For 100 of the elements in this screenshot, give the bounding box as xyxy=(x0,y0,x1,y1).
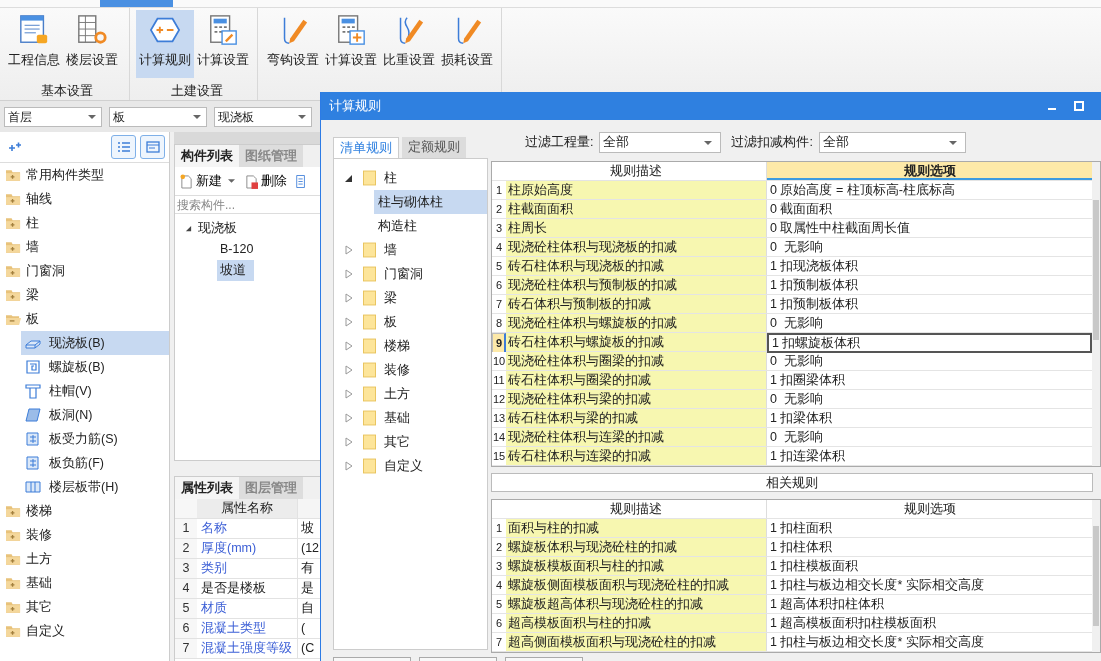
ribbon-button[interactable]: 楼层设置 xyxy=(63,10,121,78)
scrollbar[interactable] xyxy=(1092,162,1100,466)
table-cell[interactable]: 1 扣连梁体积 xyxy=(767,447,1092,465)
caret-icon xyxy=(298,115,306,119)
group-label: 基本设置 xyxy=(41,83,93,100)
tree-item[interactable]: 楼梯 xyxy=(334,334,487,358)
tree-item[interactable]: 土方 xyxy=(0,547,169,571)
tree-item[interactable]: 板洞(N) xyxy=(21,403,169,427)
tree-item[interactable]: 门窗洞 xyxy=(334,262,487,286)
row-number: 3 xyxy=(175,559,197,578)
tree-item[interactable]: 柱 xyxy=(0,211,169,235)
dialog-tab[interactable]: 清单规则 xyxy=(333,137,399,158)
ribbon-button[interactable]: 计算设置 xyxy=(322,10,380,78)
table-cell[interactable]: 1 扣梁体积 xyxy=(767,409,1092,427)
tree-item[interactable]: 基础 xyxy=(0,571,169,595)
delete-document-icon xyxy=(245,173,258,189)
caret-icon xyxy=(193,115,201,119)
filter-dropdown[interactable]: 全部 xyxy=(818,132,966,153)
tree-item[interactable]: 板负筋(F) xyxy=(21,451,169,475)
table-cell[interactable]: 0 无影响 xyxy=(767,390,1092,408)
tree-item[interactable]: 楼层板带(H) xyxy=(21,475,169,499)
tree-item[interactable]: 墙 xyxy=(334,238,487,262)
tree-item[interactable]: 常用构件类型 xyxy=(0,163,169,187)
tree-item[interactable]: 板受力筋(S) xyxy=(21,427,169,451)
dialog-tab[interactable]: 定额规则 xyxy=(402,137,466,158)
tree-item[interactable]: 梁 xyxy=(334,286,487,310)
dropdown[interactable]: 板 xyxy=(109,107,207,127)
table-cell: 螺旋板超高体积与现浇砼柱的扣减 xyxy=(506,595,767,613)
table-cell: 柱周长 xyxy=(506,219,767,237)
filter-label: 过滤扣减构件: xyxy=(731,134,813,151)
tree-item[interactable]: 坡道 xyxy=(217,260,254,281)
dropdown[interactable]: 现浇板 xyxy=(214,107,312,127)
ribbon-button[interactable]: 弯钩设置 xyxy=(264,10,322,78)
ribbon-button[interactable]: 工程信息 xyxy=(5,10,63,78)
tree-item[interactable]: 其它 xyxy=(0,595,169,619)
toolbar-button[interactable]: 删除 xyxy=(243,172,289,190)
tree-item[interactable]: 自定义 xyxy=(0,619,169,643)
table-cell[interactable]: 0 取属性中柱截面周长值 xyxy=(767,219,1092,237)
folder-icon xyxy=(363,170,376,186)
folder-icon xyxy=(363,290,376,306)
panel-view-button[interactable] xyxy=(140,135,165,159)
tree-item[interactable]: 板 xyxy=(334,310,487,334)
tree-item[interactable]: 装修 xyxy=(334,358,487,382)
tree-item[interactable]: 构造柱 xyxy=(374,214,487,238)
tree-item[interactable]: 柱与砌体柱 xyxy=(374,190,487,214)
table-cell-text: 自 xyxy=(300,600,315,617)
tree-item[interactable]: 其它 xyxy=(334,430,487,454)
tree-item[interactable]: 装修 xyxy=(0,523,169,547)
tree-item[interactable]: 基础 xyxy=(334,406,487,430)
table-cell: 是否是楼板 xyxy=(197,579,298,598)
ribbon-button[interactable]: 计算规则 xyxy=(136,10,194,78)
folder-icon xyxy=(6,288,21,302)
tree-item[interactable]: 现浇板 xyxy=(175,217,333,239)
copy-icon[interactable] xyxy=(295,173,307,189)
table-cell[interactable]: 1 扣预制板体积 xyxy=(767,295,1092,313)
tree-item[interactable]: 柱帽(V) xyxy=(21,379,169,403)
tree-item[interactable]: B-120 xyxy=(217,239,257,260)
scrollbar[interactable] xyxy=(1092,500,1100,652)
folder-icon xyxy=(363,314,376,330)
tree-item[interactable]: 楼梯 xyxy=(0,499,169,523)
folder-icon xyxy=(363,338,376,354)
table-cell[interactable]: 0 无影响 xyxy=(767,352,1092,370)
table-cell[interactable]: 1 扣预制板体积 xyxy=(767,276,1092,294)
add-icon[interactable] xyxy=(8,142,22,152)
row-number: 6 xyxy=(175,619,197,638)
table-cell: 面积与柱的扣减 xyxy=(506,519,767,537)
table-cell[interactable]: 0 无影响 xyxy=(767,314,1092,332)
row-number: 5 xyxy=(175,599,197,618)
tree-item[interactable]: 门窗洞 xyxy=(0,259,169,283)
table-cell[interactable]: 0 截面面积 xyxy=(767,200,1092,218)
tree-item[interactable]: 轴线 xyxy=(0,187,169,211)
expand-arrow-icon xyxy=(345,245,353,255)
table-cell[interactable]: 1 扣现浇板体积 xyxy=(767,257,1092,275)
panel-tab[interactable]: 构件列表 xyxy=(175,145,239,167)
maximize-icon[interactable] xyxy=(1074,101,1084,111)
tree-item[interactable]: 板 xyxy=(0,307,169,331)
list-view-button[interactable] xyxy=(111,135,136,159)
tree-item[interactable]: 自定义 xyxy=(334,454,487,478)
table-cell[interactable]: 0 无影响 xyxy=(767,428,1092,446)
tree-item[interactable]: 墙 xyxy=(0,235,169,259)
table-cell: 螺旋板体积与现浇砼柱的扣减 xyxy=(506,538,767,556)
table-cell-text: 是 xyxy=(300,580,315,597)
dropdown[interactable]: 首层 xyxy=(4,107,102,127)
table-cell-text: 1 超高模板面积扣柱模板面积 xyxy=(769,615,938,632)
tree-item[interactable]: 螺旋板(B) xyxy=(21,355,169,379)
tree-item[interactable]: 梁 xyxy=(0,283,169,307)
ribbon-button[interactable]: 比重设置 xyxy=(380,10,438,78)
tree-item[interactable]: 柱 xyxy=(334,166,487,190)
tree-item[interactable]: 土方 xyxy=(334,382,487,406)
table-cell: 厚度(mm) xyxy=(197,539,298,558)
ribbon-button[interactable]: 损耗设置 xyxy=(438,10,496,78)
toolbar-button[interactable]: 新建 xyxy=(178,172,237,190)
ribbon-button[interactable]: 计算设置 xyxy=(194,10,252,78)
table-cell[interactable]: 0 无影响 xyxy=(767,238,1092,256)
table-cell[interactable]: 1 扣圈梁体积 xyxy=(767,371,1092,389)
table-cell[interactable]: 0 原始高度 = 柱顶标高-柱底标高 xyxy=(767,181,1092,199)
filter-dropdown[interactable]: 全部 xyxy=(599,132,722,153)
panel-tab[interactable]: 属性列表 xyxy=(175,477,239,499)
tree-item[interactable]: 现浇板(B) xyxy=(21,331,169,355)
table-cell[interactable]: 1 扣螺旋板体积 xyxy=(767,333,1092,353)
